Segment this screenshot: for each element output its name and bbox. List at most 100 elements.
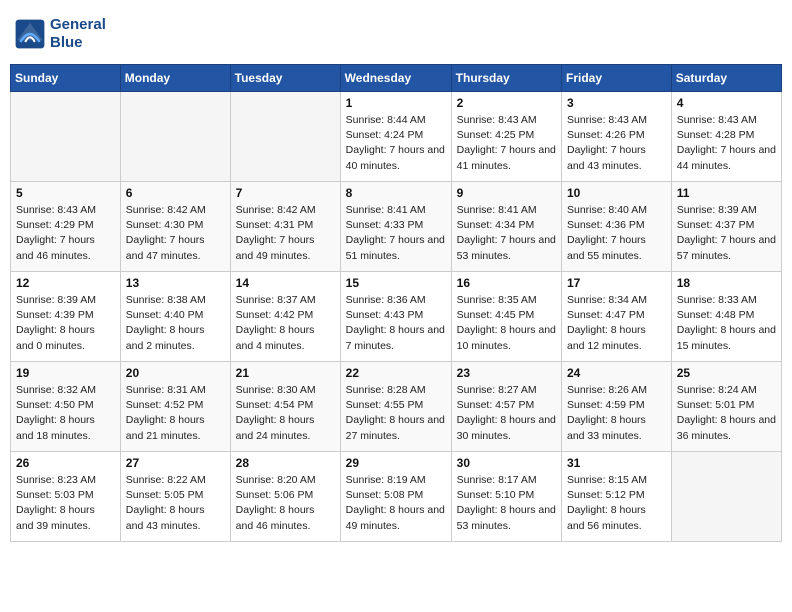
day-number: 11 [677, 186, 776, 200]
day-info: Sunrise: 8:33 AMSunset: 4:48 PMDaylight:… [677, 293, 776, 354]
day-number: 23 [457, 366, 556, 380]
day-number: 8 [346, 186, 446, 200]
logo: General Blue [14, 16, 106, 52]
calendar-cell: 1 Sunrise: 8:44 AMSunset: 4:24 PMDaylight… [340, 92, 451, 182]
day-info: Sunrise: 8:39 AMSunset: 4:39 PMDaylight:… [16, 293, 115, 354]
calendar-week-3: 12Sunrise: 8:39 AMSunset: 4:39 PMDayligh… [11, 272, 782, 362]
calendar-cell: 20Sunrise: 8:31 AMSunset: 4:52 PMDayligh… [120, 362, 230, 452]
weekday-header-friday: Friday [562, 65, 672, 92]
day-info: Sunrise: 8:24 AMSunset: 5:01 PMDaylight:… [677, 383, 776, 444]
calendar-cell: 10Sunrise: 8:40 AMSunset: 4:36 PMDayligh… [562, 182, 672, 272]
calendar-cell: 12Sunrise: 8:39 AMSunset: 4:39 PMDayligh… [11, 272, 121, 362]
calendar-cell [120, 92, 230, 182]
calendar-cell: 4 Sunrise: 8:43 AMSunset: 4:28 PMDaylight… [671, 92, 781, 182]
day-number: 25 [677, 366, 776, 380]
day-info: Sunrise: 8:41 AMSunset: 4:33 PMDaylight:… [346, 203, 446, 264]
calendar-cell: 17 Sunrise: 8:34 AMSunset: 4:47 PMDayligh… [562, 272, 672, 362]
day-info: Sunrise: 8:43 AMSunset: 4:28 PMDaylight:… [677, 113, 776, 174]
day-info: Sunrise: 8:30 AMSunset: 4:54 PMDaylight:… [236, 383, 335, 444]
day-number: 28 [236, 456, 335, 470]
day-info: Sunrise: 8:43 AMSunset: 4:29 PMDaylight:… [16, 203, 115, 264]
calendar-cell: 26 Sunrise: 8:23 AMSunset: 5:03 PMDayligh… [11, 452, 121, 542]
calendar-cell: 15Sunrise: 8:36 AMSunset: 4:43 PMDayligh… [340, 272, 451, 362]
weekday-header-saturday: Saturday [671, 65, 781, 92]
calendar-cell: 2 Sunrise: 8:43 AMSunset: 4:25 PMDaylight… [451, 92, 561, 182]
calendar-cell: 7 Sunrise: 8:42 AMSunset: 4:31 PMDaylight… [230, 182, 340, 272]
calendar-header: SundayMondayTuesdayWednesdayThursdayFrid… [11, 65, 782, 92]
calendar-cell [671, 452, 781, 542]
day-info: Sunrise: 8:42 AMSunset: 4:31 PMDaylight:… [236, 203, 335, 264]
day-info: Sunrise: 8:26 AMSunset: 4:59 PMDaylight:… [567, 383, 666, 444]
calendar-week-2: 5 Sunrise: 8:43 AMSunset: 4:29 PMDaylight… [11, 182, 782, 272]
day-info: Sunrise: 8:22 AMSunset: 5:05 PMDaylight:… [126, 473, 225, 534]
calendar-cell: 25 Sunrise: 8:24 AMSunset: 5:01 PMDayligh… [671, 362, 781, 452]
day-number: 19 [16, 366, 115, 380]
calendar-cell: 29 Sunrise: 8:19 AMSunset: 5:08 PMDayligh… [340, 452, 451, 542]
day-number: 18 [677, 276, 776, 290]
logo-text: General Blue [50, 16, 106, 52]
calendar-week-1: 1 Sunrise: 8:44 AMSunset: 4:24 PMDaylight… [11, 92, 782, 182]
day-number: 7 [236, 186, 335, 200]
day-number: 5 [16, 186, 115, 200]
day-number: 29 [346, 456, 446, 470]
calendar-cell: 27 Sunrise: 8:22 AMSunset: 5:05 PMDayligh… [120, 452, 230, 542]
day-number: 17 [567, 276, 666, 290]
day-number: 13 [126, 276, 225, 290]
day-info: Sunrise: 8:43 AMSunset: 4:25 PMDaylight:… [457, 113, 556, 174]
calendar-cell: 31Sunrise: 8:15 AMSunset: 5:12 PMDayligh… [562, 452, 672, 542]
calendar-cell: 9Sunrise: 8:41 AMSunset: 4:34 PMDaylight… [451, 182, 561, 272]
day-info: Sunrise: 8:35 AMSunset: 4:45 PMDaylight:… [457, 293, 556, 354]
day-number: 6 [126, 186, 225, 200]
day-info: Sunrise: 8:44 AMSunset: 4:24 PMDaylight:… [346, 113, 446, 174]
day-info: Sunrise: 8:20 AMSunset: 5:06 PMDaylight:… [236, 473, 335, 534]
day-info: Sunrise: 8:34 AMSunset: 4:47 PMDaylight:… [567, 293, 666, 354]
day-info: Sunrise: 8:43 AMSunset: 4:26 PMDaylight:… [567, 113, 666, 174]
day-info: Sunrise: 8:32 AMSunset: 4:50 PMDaylight:… [16, 383, 115, 444]
calendar-cell: 16 Sunrise: 8:35 AMSunset: 4:45 PMDayligh… [451, 272, 561, 362]
calendar-cell: 19 Sunrise: 8:32 AMSunset: 4:50 PMDayligh… [11, 362, 121, 452]
day-info: Sunrise: 8:42 AMSunset: 4:30 PMDaylight:… [126, 203, 225, 264]
day-info: Sunrise: 8:39 AMSunset: 4:37 PMDaylight:… [677, 203, 776, 264]
day-info: Sunrise: 8:19 AMSunset: 5:08 PMDaylight:… [346, 473, 446, 534]
day-info: Sunrise: 8:36 AMSunset: 4:43 PMDaylight:… [346, 293, 446, 354]
day-number: 16 [457, 276, 556, 290]
day-info: Sunrise: 8:23 AMSunset: 5:03 PMDaylight:… [16, 473, 115, 534]
day-number: 20 [126, 366, 225, 380]
calendar-cell: 3 Sunrise: 8:43 AMSunset: 4:26 PMDaylight… [562, 92, 672, 182]
calendar-cell: 24Sunrise: 8:26 AMSunset: 4:59 PMDayligh… [562, 362, 672, 452]
day-number: 21 [236, 366, 335, 380]
calendar-cell: 6 Sunrise: 8:42 AMSunset: 4:30 PMDaylight… [120, 182, 230, 272]
calendar-cell: 21 Sunrise: 8:30 AMSunset: 4:54 PMDayligh… [230, 362, 340, 452]
weekday-header-thursday: Thursday [451, 65, 561, 92]
calendar-week-4: 19 Sunrise: 8:32 AMSunset: 4:50 PMDayligh… [11, 362, 782, 452]
day-number: 26 [16, 456, 115, 470]
calendar-cell: 18 Sunrise: 8:33 AMSunset: 4:48 PMDayligh… [671, 272, 781, 362]
page-header: General Blue [10, 10, 782, 58]
calendar-week-5: 26 Sunrise: 8:23 AMSunset: 5:03 PMDayligh… [11, 452, 782, 542]
day-info: Sunrise: 8:38 AMSunset: 4:40 PMDaylight:… [126, 293, 225, 354]
day-info: Sunrise: 8:15 AMSunset: 5:12 PMDaylight:… [567, 473, 666, 534]
calendar-cell [11, 92, 121, 182]
day-info: Sunrise: 8:37 AMSunset: 4:42 PMDaylight:… [236, 293, 335, 354]
day-number: 9 [457, 186, 556, 200]
calendar-cell: 11 Sunrise: 8:39 AMSunset: 4:37 PMDayligh… [671, 182, 781, 272]
calendar-cell: 30Sunrise: 8:17 AMSunset: 5:10 PMDayligh… [451, 452, 561, 542]
day-number: 1 [346, 96, 446, 110]
calendar: SundayMondayTuesdayWednesdayThursdayFrid… [10, 64, 782, 542]
day-number: 30 [457, 456, 556, 470]
day-number: 27 [126, 456, 225, 470]
calendar-cell: 28 Sunrise: 8:20 AMSunset: 5:06 PMDayligh… [230, 452, 340, 542]
weekday-header-row: SundayMondayTuesdayWednesdayThursdayFrid… [11, 65, 782, 92]
calendar-cell [230, 92, 340, 182]
day-number: 22 [346, 366, 446, 380]
day-number: 3 [567, 96, 666, 110]
weekday-header-sunday: Sunday [11, 65, 121, 92]
logo-icon [14, 18, 46, 50]
calendar-cell: 23 Sunrise: 8:27 AMSunset: 4:57 PMDayligh… [451, 362, 561, 452]
day-number: 4 [677, 96, 776, 110]
calendar-cell: 22Sunrise: 8:28 AMSunset: 4:55 PMDayligh… [340, 362, 451, 452]
day-number: 10 [567, 186, 666, 200]
day-info: Sunrise: 8:27 AMSunset: 4:57 PMDaylight:… [457, 383, 556, 444]
weekday-header-wednesday: Wednesday [340, 65, 451, 92]
day-number: 2 [457, 96, 556, 110]
